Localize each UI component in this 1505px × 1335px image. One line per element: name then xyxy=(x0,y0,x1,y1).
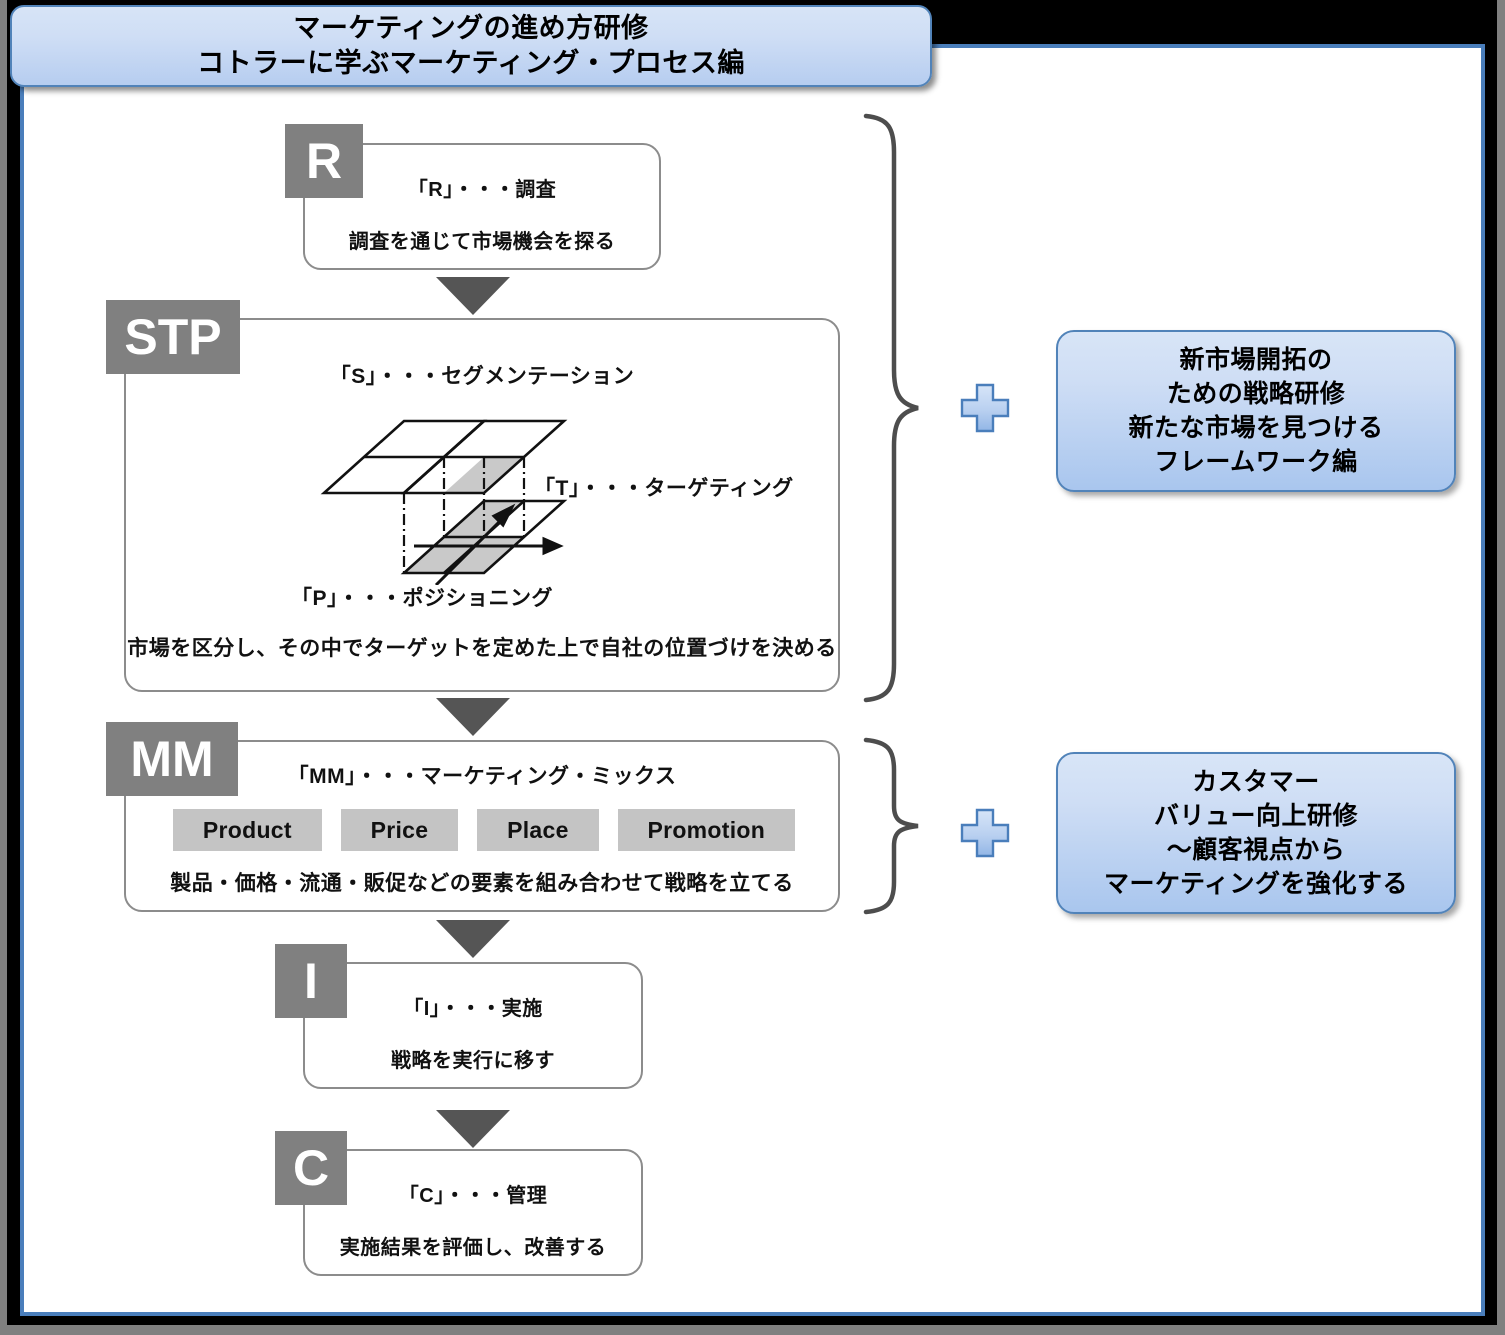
slide-canvas: マーケティングの進め方研修 コトラーに学ぶマーケティング・プロセス編 「R」・・… xyxy=(0,0,1505,1335)
page-title-line-1: マーケティングの進め方研修 xyxy=(293,13,649,44)
stage-i-description: 戦略を実行に移す xyxy=(391,1050,555,1072)
stage-r-description: 調査を通じて市場機会を探る xyxy=(348,231,616,253)
callout-2-line-3: 〜顧客視点から xyxy=(1166,836,1346,864)
chip-product[interactable]: Product xyxy=(173,809,322,851)
plus-icon-upper xyxy=(958,381,1012,440)
stage-card-i[interactable]: 「I」・・・実施 戦略を実行に移す xyxy=(303,962,643,1089)
stage-mm-description: 製品・価格・流通・販促などの要素を組み合わせて戦略を立てる xyxy=(170,872,794,895)
arrow-down-icon-i-to-c xyxy=(436,1110,510,1148)
callout-1-line-1: 新市場開拓の xyxy=(1179,346,1333,374)
stage-i-heading: 「I」・・・実施 xyxy=(403,998,543,1020)
curly-brace-icon-upper xyxy=(862,112,922,709)
marketing-mix-chip-row: Product Price Place Promotion xyxy=(173,809,796,851)
arrow-down-icon-mm-to-i xyxy=(436,920,510,958)
stage-card-stp[interactable]: 「S」・・・セグメンテーション 「T」・・・ターゲティング 「P」・・・ポジショ… xyxy=(124,318,840,692)
chip-place[interactable]: Place xyxy=(477,809,599,851)
stage-badge-stp: STP xyxy=(106,300,240,374)
arrow-down-icon-stp-to-mm xyxy=(436,698,510,736)
stage-c-heading: 「C」・・・管理 xyxy=(398,1185,548,1207)
callout-2-line-2: バリュー向上研修 xyxy=(1153,802,1358,830)
stage-stp-description: 市場を区分し、その中でターゲットを定めた上で自社の位置づけを決める xyxy=(127,637,837,660)
callout-1-line-4: フレームワーク編 xyxy=(1154,448,1358,476)
stage-badge-r: R xyxy=(285,124,363,198)
plus-icon-lower xyxy=(958,806,1012,865)
stp-3d-grid-diagram xyxy=(296,385,596,590)
chip-promotion[interactable]: Promotion xyxy=(617,809,796,851)
callout-1-line-3: 新たな市場を見つける xyxy=(1128,414,1384,442)
stage-badge-c: C xyxy=(275,1131,347,1205)
callout-customer-value[interactable]: カスタマー バリュー向上研修 〜顧客視点から マーケティングを強化する xyxy=(1056,752,1456,914)
page-title-line-2: コトラーに学ぶマーケティング・プロセス編 xyxy=(197,48,745,78)
arrow-down-icon-r-to-stp xyxy=(436,277,510,315)
callout-2-line-1: カスタマー xyxy=(1192,768,1320,796)
stage-badge-i: I xyxy=(275,944,347,1018)
callout-2-line-4: マーケティングを強化する xyxy=(1103,870,1408,898)
stage-badge-mm: MM xyxy=(106,722,238,796)
stage-card-c[interactable]: 「C」・・・管理 実施結果を評価し、改善する xyxy=(303,1149,643,1276)
callout-new-market-strategy[interactable]: 新市場開拓の ための戦略研修 新たな市場を見つける フレームワーク編 xyxy=(1056,330,1456,492)
stage-c-description: 実施結果を評価し、改善する xyxy=(339,1237,607,1259)
page-title: マーケティングの進め方研修 コトラーに学ぶマーケティング・プロセス編 xyxy=(10,5,932,87)
callout-1-line-2: ための戦略研修 xyxy=(1166,380,1346,408)
curly-brace-icon-lower xyxy=(862,736,922,921)
chip-price[interactable]: Price xyxy=(340,809,459,851)
